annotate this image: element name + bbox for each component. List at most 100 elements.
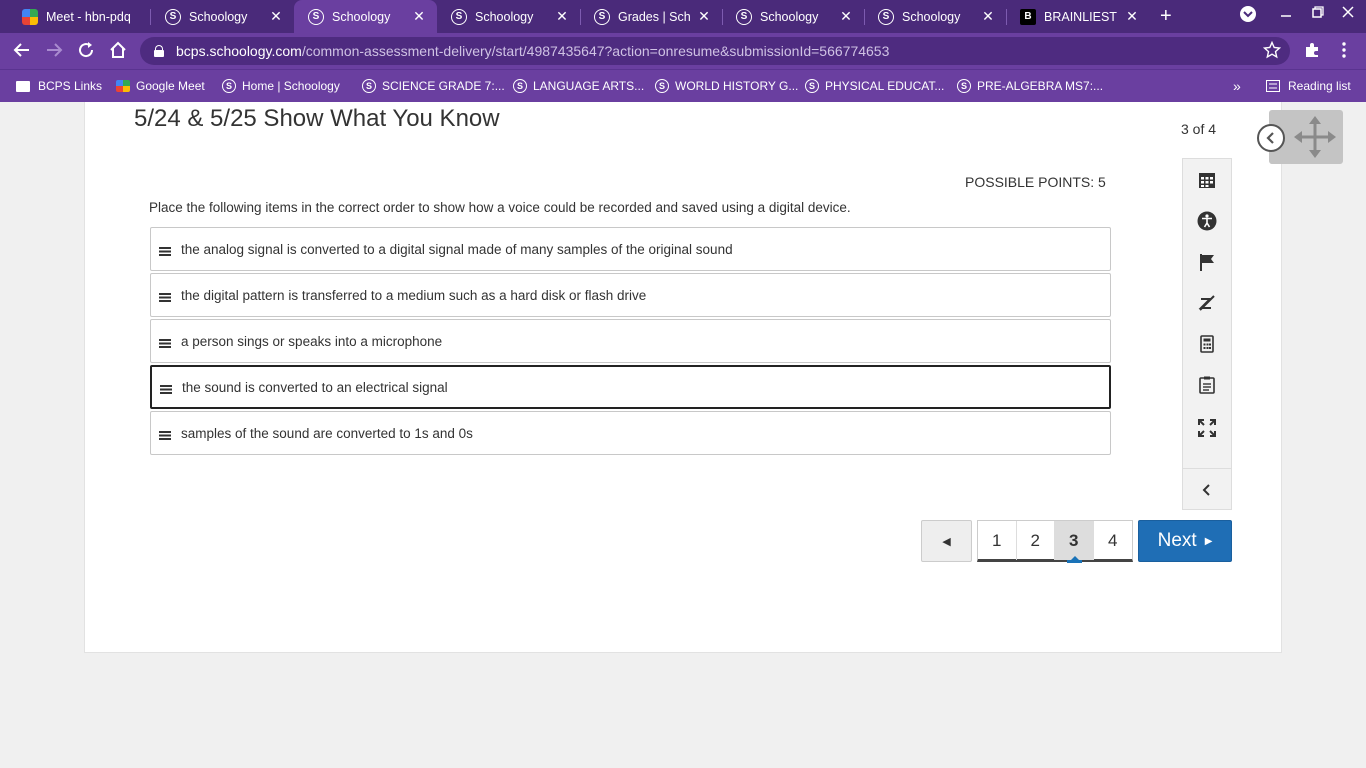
schoology-icon: S	[805, 79, 819, 93]
question-counter: 3 of 4	[1181, 121, 1217, 137]
close-tab-icon[interactable]: ✕	[268, 8, 284, 25]
close-tab-icon[interactable]: ✕	[1124, 8, 1140, 25]
schoology-icon: S	[736, 8, 752, 25]
reading-list-button[interactable]: Reading list	[1266, 70, 1351, 102]
ordering-item[interactable]: samples of the sound are converted to 1s…	[150, 411, 1111, 455]
next-button-label: Next	[1157, 530, 1197, 551]
notepad-icon[interactable]	[1183, 367, 1231, 403]
page-button-4[interactable]: 4	[1094, 521, 1132, 560]
ordering-item-focused[interactable]: the sound is converted to an electrical …	[150, 365, 1111, 409]
ordering-item-text: samples of the sound are converted to 1s…	[181, 425, 473, 441]
drag-grip-icon[interactable]	[159, 292, 171, 302]
calculator-icon[interactable]	[1183, 326, 1231, 362]
bookmark-label: WORLD HISTORY G...	[675, 79, 799, 93]
restore-icon[interactable]	[1306, 5, 1330, 22]
tab-schoology-3[interactable]: S Schoology ✕	[437, 0, 580, 33]
drag-grip-icon[interactable]	[159, 246, 171, 256]
tab-title: Schoology	[902, 9, 961, 24]
forward-icon[interactable]	[44, 41, 64, 61]
folder-icon	[16, 80, 30, 92]
tab-title: Schoology	[332, 9, 391, 24]
bookmarks-overflow-icon[interactable]: »	[1233, 70, 1241, 102]
bookmark-world-history[interactable]: S WORLD HISTORY G...	[655, 70, 798, 102]
bookmark-label: LANGUAGE ARTS...	[533, 79, 645, 93]
ordering-item[interactable]: the digital pattern is transferred to a …	[150, 273, 1111, 317]
tab-title: Meet - hbn-pdq	[46, 9, 131, 24]
drag-grip-icon[interactable]	[159, 430, 171, 440]
previous-button[interactable]: ◀	[921, 520, 972, 562]
tab-title: BRAINLIEST IF	[1044, 9, 1118, 24]
tab-title: Schoology	[760, 9, 819, 24]
address-bar: bcps.schoology.com /common-assessment-de…	[0, 33, 1366, 69]
question-prompt: Place the following items in the correct…	[149, 200, 851, 215]
calendar-tool-icon[interactable]	[1183, 162, 1231, 198]
back-icon[interactable]	[12, 41, 32, 61]
new-tab-icon[interactable]: +	[1160, 6, 1172, 26]
fullscreen-icon[interactable]	[1183, 410, 1231, 446]
accessibility-icon[interactable]	[1183, 203, 1231, 239]
minimize-icon[interactable]	[1274, 5, 1298, 22]
schoology-icon: S	[165, 8, 181, 25]
bookmark-home-schoology[interactable]: S Home | Schoology	[222, 70, 340, 102]
url-host: bcps.schoology.com	[176, 43, 302, 59]
home-icon[interactable]	[108, 41, 128, 61]
flag-icon[interactable]	[1183, 244, 1231, 280]
tab-grades[interactable]: S Grades | Schoology ✕	[580, 0, 722, 33]
bookmark-science[interactable]: S SCIENCE GRADE 7:...	[362, 70, 505, 102]
url-path: /common-assessment-delivery/start/498743…	[301, 43, 890, 59]
schoology-icon: S	[222, 79, 236, 93]
tab-schoology-5[interactable]: S Schoology ✕	[722, 0, 864, 33]
reading-list-icon	[1266, 80, 1280, 92]
next-button[interactable]: Next ▶	[1138, 520, 1232, 562]
assessment-title: 5/24 & 5/25 Show What You Know	[134, 105, 500, 132]
bookmark-star-icon[interactable]	[1262, 40, 1282, 61]
bookmark-physical-education[interactable]: S PHYSICAL EDUCAT...	[805, 70, 944, 102]
bookmark-label: PRE-ALGEBRA MS7:...	[977, 79, 1104, 93]
close-tab-icon[interactable]: ✕	[411, 8, 427, 25]
collapse-panel-icon[interactable]	[1257, 124, 1285, 152]
bookmark-google-meet[interactable]: Google Meet	[116, 70, 205, 102]
bookmark-pre-algebra[interactable]: S PRE-ALGEBRA MS7:...	[957, 70, 1103, 102]
bookmark-language-arts[interactable]: S LANGUAGE ARTS...	[513, 70, 644, 102]
bookmark-label: PHYSICAL EDUCAT...	[825, 79, 945, 93]
brainly-icon: B	[1020, 8, 1036, 25]
ordering-item-text: the analog signal is converted to a digi…	[181, 241, 733, 257]
menu-icon[interactable]	[1334, 41, 1354, 61]
url-field[interactable]: bcps.schoology.com /common-assessment-de…	[140, 37, 1290, 65]
page-button-2[interactable]: 2	[1017, 521, 1055, 560]
schoology-icon: S	[594, 8, 610, 25]
tab-schoology-active[interactable]: S Schoology ✕	[294, 0, 437, 33]
tab-schoology-1[interactable]: S Schoology ✕	[151, 0, 294, 33]
page-button-3-current[interactable]: 3	[1055, 521, 1094, 563]
tab-meet[interactable]: Meet - hbn-pdq	[8, 0, 148, 33]
ordering-item-text: the sound is converted to an electrical …	[182, 379, 448, 395]
close-tab-icon[interactable]: ✕	[980, 8, 996, 25]
tab-search-icon[interactable]	[1236, 5, 1260, 26]
collapse-sidebar-icon[interactable]	[1183, 472, 1231, 508]
schoology-icon: S	[451, 8, 467, 25]
bookmark-bcps-links[interactable]: BCPS Links	[16, 70, 102, 102]
google-meet-icon	[22, 8, 38, 25]
close-tab-icon[interactable]: ✕	[838, 8, 854, 25]
page-button-1[interactable]: 1	[978, 521, 1017, 560]
reading-list-label: Reading list	[1288, 79, 1351, 93]
close-tab-icon[interactable]: ✕	[554, 8, 570, 25]
bookmarks-bar: BCPS Links Google Meet S Home | Schoolog…	[0, 69, 1366, 102]
bookmark-label: SCIENCE GRADE 7:...	[382, 79, 505, 93]
ordering-item-text: a person sings or speaks into a micropho…	[181, 333, 443, 349]
close-tab-icon[interactable]: ✕	[696, 8, 712, 25]
close-window-icon[interactable]	[1336, 5, 1360, 22]
tab-strip: Meet - hbn-pdq S Schoology ✕ S Schoology…	[0, 0, 1366, 33]
tab-brainly[interactable]: B BRAINLIEST IF ✕	[1006, 0, 1150, 33]
schoology-icon: S	[308, 8, 324, 25]
drag-grip-icon[interactable]	[159, 338, 171, 348]
drag-grip-icon[interactable]	[160, 384, 172, 394]
answer-eliminator-icon[interactable]	[1183, 285, 1231, 321]
ordering-item[interactable]: the analog signal is converted to a digi…	[150, 227, 1111, 271]
reload-icon[interactable]	[76, 41, 96, 61]
bookmark-label: Google Meet	[136, 79, 205, 93]
tab-schoology-6[interactable]: S Schoology ✕	[864, 0, 1006, 33]
extensions-icon[interactable]	[1302, 41, 1322, 61]
lock-icon[interactable]	[154, 45, 164, 57]
ordering-item[interactable]: a person sings or speaks into a micropho…	[150, 319, 1111, 363]
